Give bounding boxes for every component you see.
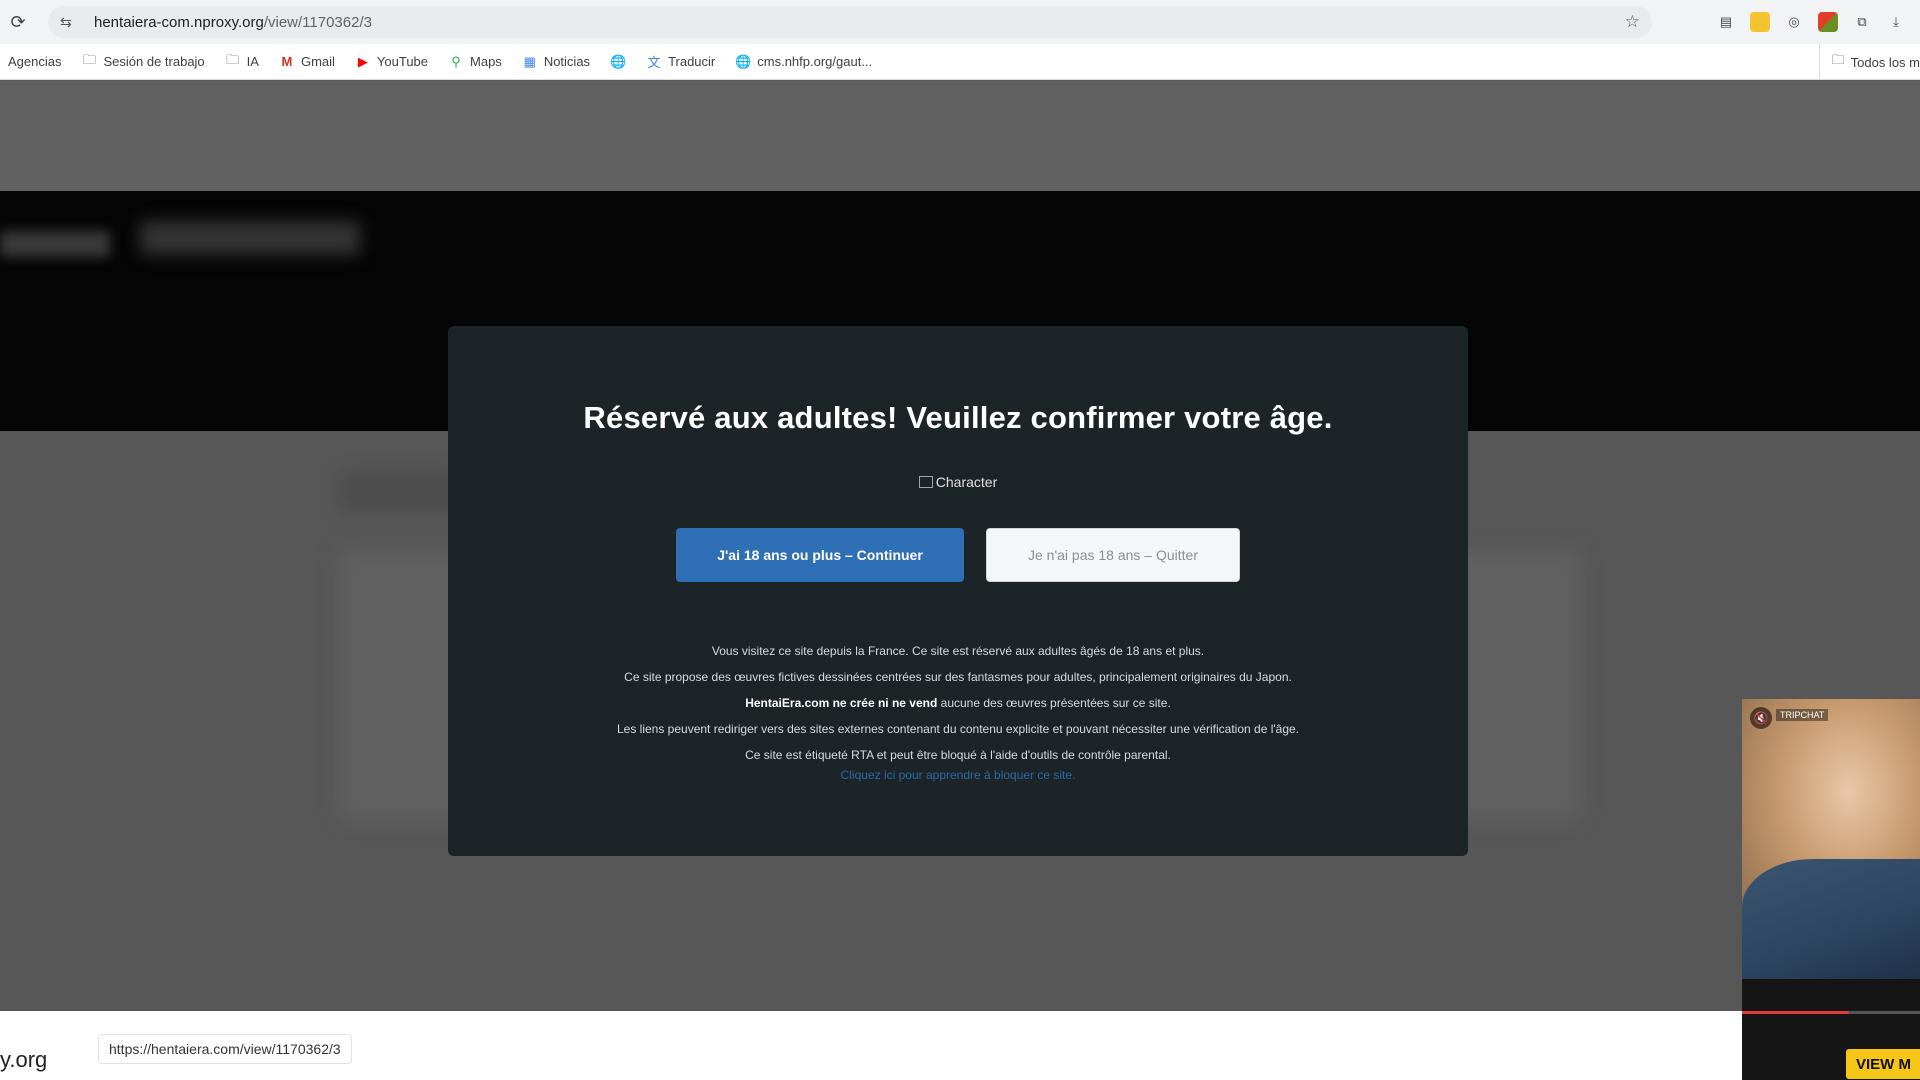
character-image: Character xyxy=(448,474,1468,490)
disclaimer-line: Ce site est étiqueté RTA et peut être bl… xyxy=(745,748,1171,762)
blurred-logo xyxy=(0,231,110,257)
ad-view-more-button[interactable]: VIEW M xyxy=(1846,1049,1920,1079)
bookmark-maps[interactable]: ⚲ Maps xyxy=(448,54,502,70)
extension-icon[interactable]: ▤ xyxy=(1716,12,1736,32)
video-ad[interactable]: 🔇 TRIPCHAT VIEW M xyxy=(1742,699,1920,1080)
disclaimer-rest: aucune des œuvres présentées sur ce site… xyxy=(940,696,1171,710)
address-bar[interactable]: ⇆ hentaiera-com.nproxy.org/view/1170362/… xyxy=(48,6,1652,38)
disclaimer-text: Vous visitez ce site depuis la France. C… xyxy=(448,638,1468,788)
bookmark-star-icon[interactable]: ☆ xyxy=(1625,12,1640,32)
bookmark-agencias[interactable]: Agencias xyxy=(8,54,61,69)
ad-progress-fill xyxy=(1742,1011,1849,1014)
site-settings-icon[interactable]: ⇆ xyxy=(60,14,84,31)
bookmark-cms[interactable]: 🌐 cms.nhfp.org/gaut... xyxy=(735,54,872,70)
puzzle-extensions-icon[interactable]: ⧉ xyxy=(1852,12,1872,32)
extension-colored-icon[interactable] xyxy=(1818,12,1838,32)
bookmark-noticias[interactable]: ▦ Noticias xyxy=(522,54,590,70)
site-header-blurred xyxy=(0,81,1920,191)
disclaimer-line: Vous visitez ce site depuis la France. C… xyxy=(711,644,1205,658)
bookmarks-bar: Agencias 🗀 Sesión de trabajo 🗀 IA M Gmail ▶… xyxy=(0,44,1920,80)
bookmark-label: Noticias xyxy=(543,54,591,69)
reload-icon[interactable]: ⟳ xyxy=(0,4,36,40)
bookmark-label: Traducir xyxy=(668,54,716,69)
folder-icon: 🗀 xyxy=(82,51,96,67)
folder-icon: 🗀 xyxy=(226,51,240,67)
globe-icon: 🌐 xyxy=(735,53,752,69)
translate-icon: 文 xyxy=(647,55,661,70)
notes-extension-icon[interactable] xyxy=(1750,12,1770,32)
footer-domain-fragment: y.org xyxy=(0,1047,48,1072)
bookmark-ia[interactable]: 🗀 IA xyxy=(225,51,259,73)
url-host: hentaiera-com.nproxy.org xyxy=(94,13,264,31)
address-url[interactable]: hentaiera-com.nproxy.org/view/1170362/3 xyxy=(94,14,1625,31)
youtube-icon: ▶ xyxy=(357,53,368,69)
url-path: /view/1170362/3 xyxy=(263,13,372,31)
bookmark-label: cms.nhfp.org/gaut... xyxy=(757,54,873,69)
bookmark-globe[interactable]: 🌐 xyxy=(610,54,626,70)
ad-progress-bar[interactable] xyxy=(1742,1011,1920,1014)
bookmark-gmail[interactable]: M Gmail xyxy=(279,54,335,69)
broken-image-icon xyxy=(918,476,933,488)
modal-title: Réservé aux adultes! Veuillez confirmer … xyxy=(583,400,1333,435)
news-icon: ▦ xyxy=(523,53,536,69)
quit-button[interactable]: Je n'ai pas 18 ans – Quitter xyxy=(986,528,1240,582)
bookmark-label: Gmail xyxy=(300,54,335,69)
disclaimer-line: Les liens peuvent rediriger vers des sit… xyxy=(616,722,1300,736)
continue-button[interactable]: J'ai 18 ans ou plus – Continuer xyxy=(676,528,964,582)
bookmark-traducir[interactable]: 文 Traducir xyxy=(646,52,716,71)
bookmark-label: Maps xyxy=(470,54,502,69)
age-verification-modal: Réservé aux adultes! Veuillez confirmer … xyxy=(448,326,1468,856)
site-brand: HentaiEra.com xyxy=(745,696,830,710)
folder-icon: 🗀 xyxy=(1831,52,1845,67)
blurred-nav xyxy=(140,221,360,255)
extensions-area: ▤ ◎ ⧉ ⤓ xyxy=(1716,6,1920,38)
bookmark-label: IA xyxy=(246,54,259,69)
disclaimer-line: HentaiEra.com ne crée ni ne vend aucune … xyxy=(448,690,1468,716)
maps-icon: ⚲ xyxy=(451,53,461,69)
bookmark-label: Agencias xyxy=(8,54,62,69)
browser-toolbar: ⟳ ⇆ hentaiera-com.nproxy.org/view/117036… xyxy=(0,0,1920,44)
disclaimer-bold: ne crée ni ne vend xyxy=(832,696,938,710)
ad-video-frame-lower xyxy=(1742,859,1920,979)
character-image-alt: Character xyxy=(935,474,998,490)
camera-icon[interactable]: ◎ xyxy=(1784,12,1804,32)
mute-icon[interactable]: 🔇 xyxy=(1750,707,1772,729)
download-icon[interactable]: ⤓ xyxy=(1886,12,1906,32)
page-footer: y.org https://hentaiera.com/view/1170362… xyxy=(0,1011,1742,1080)
parental-control-link[interactable]: Cliquez ici pour apprendre à bloquer ce … xyxy=(448,768,1468,788)
gmail-icon: M xyxy=(281,54,293,69)
disclaimer-line: Ce site propose des œuvres fictives dess… xyxy=(624,670,1292,684)
blurred-heading xyxy=(340,471,460,511)
all-bookmarks-folder[interactable]: 🗀 Todos los m xyxy=(1818,44,1920,80)
bookmark-youtube[interactable]: ▶ YouTube xyxy=(355,54,428,70)
all-bookmarks-label: Todos los m xyxy=(1850,54,1920,70)
ad-brand: TRIPCHAT xyxy=(1776,709,1829,721)
bookmark-label: Sesión de trabajo xyxy=(103,54,205,69)
bookmark-label: YouTube xyxy=(376,54,429,69)
globe-icon: 🌐 xyxy=(610,53,627,69)
bookmark-sesion[interactable]: 🗀 Sesión de trabajo xyxy=(81,51,205,73)
status-url-tooltip: https://hentaiera.com/view/1170362/3 xyxy=(98,1034,352,1064)
